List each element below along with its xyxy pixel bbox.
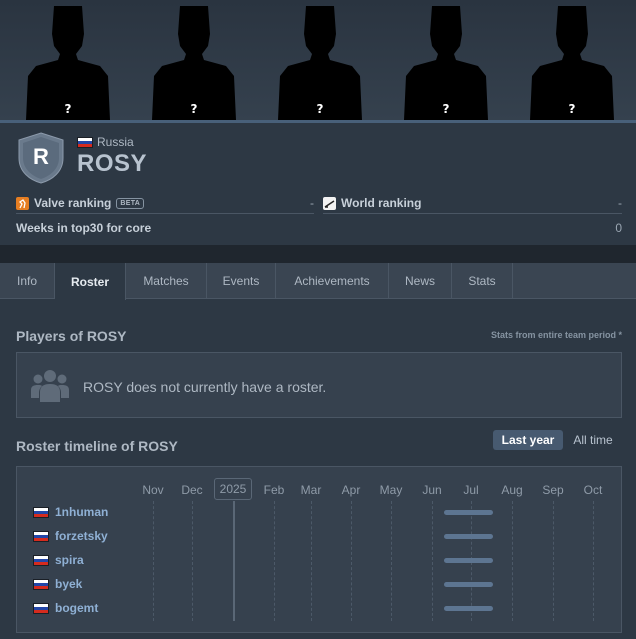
players-section-title: Players of ROSY <box>16 328 127 344</box>
month-gridline <box>593 501 594 621</box>
player-silhouette[interactable]: ? <box>26 4 110 120</box>
player-name-link[interactable]: bogemt <box>55 601 98 615</box>
weeks-top30-label: Weeks in top30 for core <box>16 221 152 235</box>
month-label: Oct <box>583 483 603 497</box>
tab-achievements[interactable]: Achievements <box>276 263 389 299</box>
team-country: Russia <box>77 135 134 149</box>
team-header: R Russia ROSY Valve ranking BETA - World… <box>0 123 636 245</box>
player-unknown-label: ? <box>64 102 72 116</box>
russia-flag-icon <box>33 506 49 518</box>
month-gridline <box>311 501 312 621</box>
group-users-icon <box>31 370 69 402</box>
month-label: Sep <box>542 483 564 497</box>
valve-ranking-icon <box>16 196 29 210</box>
tab-news[interactable]: News <box>389 263 452 299</box>
team-tabs: Info Roster Matches Events Achievements … <box>0 263 636 300</box>
empty-roster-box: ROSY does not currently have a roster. <box>16 352 622 418</box>
russia-flag-icon <box>33 578 49 590</box>
tab-matches[interactable]: Matches <box>126 263 207 299</box>
roster-timeline: Nov Dec 2025 Feb Mar Apr May Jun Jul Aug… <box>16 466 622 633</box>
valve-ranking-label[interactable]: Valve ranking <box>34 196 111 210</box>
timeline-player[interactable]: forzetsky <box>33 529 108 543</box>
timeline-player[interactable]: byek <box>33 577 82 591</box>
rank-underline <box>323 213 622 214</box>
month-gridline <box>274 501 275 621</box>
month-gridline <box>391 501 392 621</box>
month-gridline <box>553 501 554 621</box>
tab-stats[interactable]: Stats <box>452 263 513 299</box>
month-label: Apr <box>341 483 361 497</box>
player-unknown-label: ? <box>316 102 324 116</box>
month-label: Feb <box>263 483 285 497</box>
month-label: May <box>379 483 403 497</box>
month-label: Nov <box>142 483 164 497</box>
month-gridline <box>432 501 433 621</box>
player-name-link[interactable]: 1nhuman <box>55 505 108 519</box>
month-gridline <box>351 501 352 621</box>
month-label: Aug <box>501 483 523 497</box>
team-name: ROSY <box>77 150 148 177</box>
timeline-player[interactable]: 1nhuman <box>33 505 108 519</box>
month-label: Mar <box>300 483 322 497</box>
world-ranking-row: World ranking - <box>323 191 622 215</box>
timeline-player[interactable]: bogemt <box>33 601 98 615</box>
stats-period-note: Stats from entire team period * <box>490 330 622 340</box>
player-unknown-label: ? <box>190 102 198 116</box>
team-logo: R <box>18 132 64 184</box>
beta-badge: BETA <box>116 197 145 209</box>
rank-underline <box>16 213 314 214</box>
player-silhouette[interactable]: ? <box>278 4 362 120</box>
tab-roster[interactable]: Roster <box>55 263 126 300</box>
russia-flag-icon <box>33 602 49 614</box>
month-gridline <box>153 501 154 621</box>
month-label: Dec <box>181 483 203 497</box>
year-gridline <box>233 501 235 621</box>
player-silhouette[interactable]: ? <box>404 4 488 120</box>
month-gridline <box>512 501 513 621</box>
weeks-top30-row: Weeks in top30 for core 0 <box>16 221 622 235</box>
russia-flag-icon <box>33 554 49 566</box>
tab-events[interactable]: Events <box>207 263 276 299</box>
range-all-time-button[interactable]: All time <box>568 430 618 450</box>
weeks-top30-value: 0 <box>615 221 622 235</box>
player-tenure-bar[interactable] <box>444 534 493 539</box>
player-tenure-bar[interactable] <box>444 558 493 563</box>
valve-ranking-row: Valve ranking BETA - <box>16 191 314 215</box>
russia-flag-icon <box>33 530 49 542</box>
player-tenure-bar[interactable] <box>444 606 493 611</box>
range-last-year-button[interactable]: Last year <box>493 430 563 450</box>
russia-flag-icon <box>77 136 93 148</box>
player-name-link[interactable]: forzetsky <box>55 529 108 543</box>
player-unknown-label: ? <box>442 102 450 116</box>
month-label: Jun <box>422 483 442 497</box>
player-unknown-label: ? <box>568 102 576 116</box>
team-banner: ? ? ? ? ? <box>0 0 636 120</box>
timeline-section-title: Roster timeline of ROSY <box>16 438 178 454</box>
player-name-link[interactable]: byek <box>55 577 82 591</box>
player-silhouette[interactable]: ? <box>530 4 614 120</box>
player-silhouette[interactable]: ? <box>152 4 236 120</box>
player-tenure-bar[interactable] <box>444 510 493 515</box>
tab-info[interactable]: Info <box>0 263 55 299</box>
valve-ranking-value: - <box>310 196 314 210</box>
section-divider <box>0 245 636 263</box>
player-name-link[interactable]: spira <box>55 553 84 567</box>
month-label: Jul <box>463 483 479 497</box>
player-tenure-bar[interactable] <box>444 582 493 587</box>
world-ranking-label[interactable]: World ranking <box>341 196 421 210</box>
timeline-player[interactable]: spira <box>33 553 84 567</box>
team-country-label: Russia <box>97 135 134 149</box>
world-ranking-icon <box>323 196 336 210</box>
month-gridline <box>192 501 193 621</box>
team-logo-letter: R <box>33 144 49 169</box>
empty-roster-message: ROSY does not currently have a roster. <box>83 379 327 395</box>
year-marker: 2025 <box>214 478 252 500</box>
world-ranking-value: - <box>618 196 622 210</box>
